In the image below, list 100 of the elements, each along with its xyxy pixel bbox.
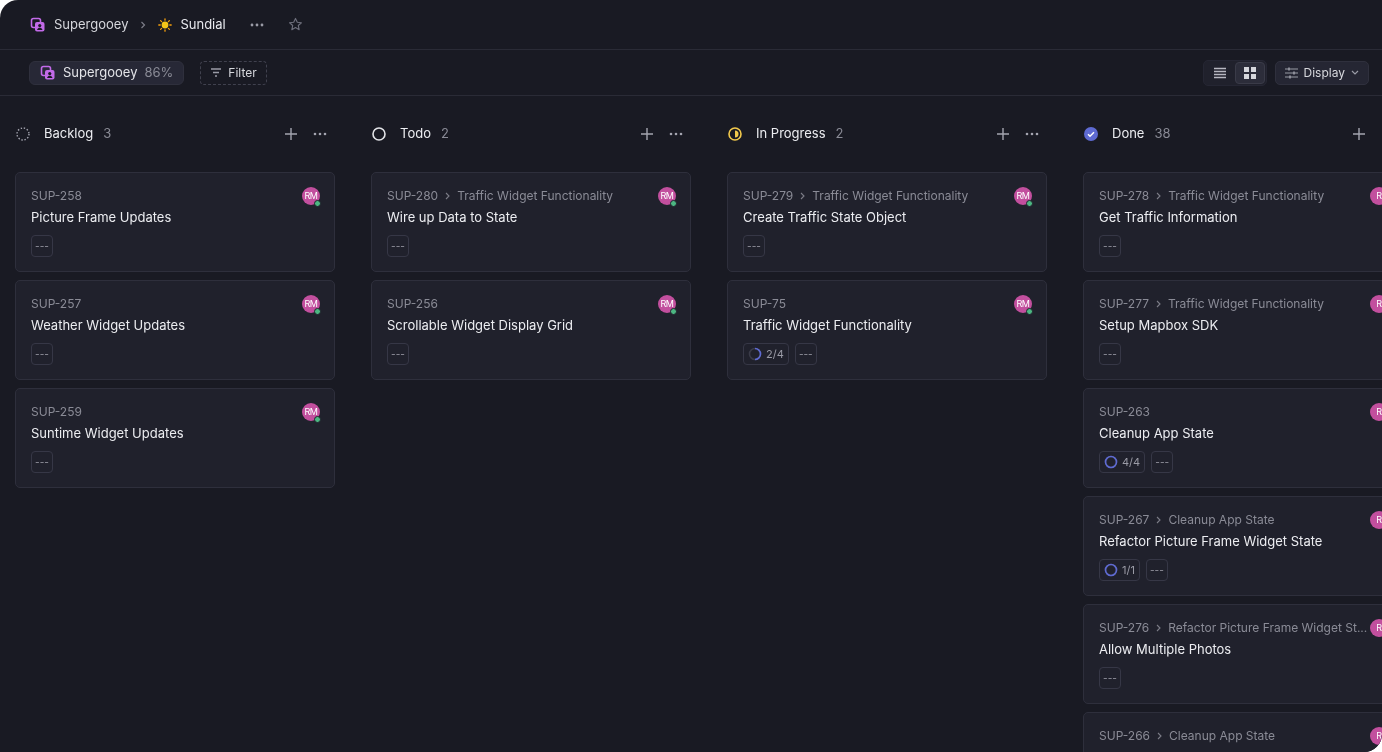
subtask-count: 4/4 — [1122, 453, 1141, 471]
issue-card[interactable]: SUP-257 Weather Widget Updates --- RM — [15, 280, 335, 380]
empty-label-chip[interactable]: --- — [1151, 451, 1174, 473]
issue-card[interactable]: SUP-280 Traffic Widget Functionality Wire up Data to State --- RM — [371, 172, 691, 272]
issue-title: Refactor Picture Frame Widget State — [1099, 532, 1324, 550]
issue-card[interactable]: SUP-75 Traffic Widget Functionality 2/4 --- RM — [727, 280, 1047, 380]
issue-title: Cleanup App State — [1099, 424, 1215, 442]
more-icon[interactable] — [313, 132, 327, 136]
filter-button[interactable]: Filter — [200, 60, 267, 85]
column-count: 2 — [835, 124, 844, 144]
issue-title: Setup Mapbox SDK — [1099, 316, 1220, 334]
plus-icon[interactable] — [641, 128, 653, 140]
parent-issue: Cleanup App State — [1169, 728, 1276, 744]
parent-issue: Refactor Picture Frame Widget St... — [1168, 620, 1368, 636]
issue-title: Traffic Widget Functionality — [743, 316, 913, 334]
empty-label-chip[interactable]: --- — [1099, 343, 1121, 365]
chevron-right-icon — [140, 20, 147, 29]
star-icon[interactable] — [287, 17, 303, 32]
subtask-progress[interactable]: 4/4 — [1099, 451, 1146, 473]
more-icon[interactable] — [1025, 132, 1039, 136]
plus-icon[interactable] — [997, 128, 1009, 140]
avatar: RM — [302, 403, 320, 421]
empty-label-chip[interactable]: --- — [387, 343, 409, 365]
dotted-circle-icon — [16, 127, 30, 141]
issue-title: Get Traffic Information — [1099, 208, 1239, 226]
issue-card[interactable]: SUP-266 Cleanup App State R — [1083, 712, 1382, 752]
parent-issue: Traffic Widget Functionality — [457, 188, 614, 204]
issue-title: Allow Multiple Photos — [1099, 640, 1233, 658]
issue-id: SUP-276 — [1099, 620, 1150, 636]
issue-card[interactable]: SUP-259 Suntime Widget Updates --- RM — [15, 388, 335, 488]
issue-id: SUP-266 — [1099, 728, 1151, 744]
subtask-count: 2/4 — [766, 345, 784, 363]
chevron-right-icon — [445, 192, 451, 200]
empty-label-chip[interactable]: --- — [31, 451, 53, 473]
issue-id: SUP-278 — [1099, 188, 1150, 204]
plus-icon[interactable] — [1353, 128, 1365, 140]
breadcrumb-link[interactable]: Supergooey — [54, 14, 129, 35]
project-name: Supergooey — [63, 62, 138, 82]
issue-card[interactable]: SUP-256 Scrollable Widget Display Grid --- RM — [371, 280, 691, 380]
chevron-right-icon — [800, 192, 806, 200]
parent-issue: Traffic Widget Functionality — [812, 188, 969, 204]
more-icon[interactable] — [669, 132, 683, 136]
parent-issue: Traffic Widget Functionality — [1168, 296, 1324, 312]
avatar: RM — [1014, 295, 1032, 313]
column-title: Todo — [400, 124, 431, 144]
chevron-right-icon — [1156, 192, 1162, 200]
plus-icon[interactable] — [285, 128, 297, 140]
issue-id: SUP-75 — [743, 296, 786, 312]
breadcrumb-link[interactable]: Sundial — [180, 14, 226, 35]
issue-id: SUP-263 — [1099, 404, 1151, 420]
parent-issue: Traffic Widget Functionality — [1168, 188, 1325, 204]
avatar: R — [1370, 511, 1382, 529]
issue-card[interactable]: SUP-258 Picture Frame Updates --- RM — [15, 172, 335, 272]
empty-label-chip[interactable]: --- — [794, 343, 817, 365]
issue-id: SUP-256 — [387, 296, 438, 312]
issue-title: Create Traffic State Object — [743, 208, 908, 226]
issue-id: SUP-267 — [1099, 512, 1150, 528]
avatar: R — [1370, 619, 1382, 637]
subtask-progress[interactable]: 2/4 — [743, 343, 789, 365]
chevron-right-icon — [1157, 732, 1163, 740]
subtask-progress[interactable]: 1/1 — [1099, 559, 1140, 581]
chevron-right-icon — [1156, 300, 1161, 308]
column-title: In Progress — [756, 124, 826, 144]
issue-card[interactable]: SUP-267 Cleanup App State Refactor Picture Frame Widget State 1/1 --- R — [1083, 496, 1382, 596]
chevron-down-icon — [1351, 70, 1359, 75]
more-icon[interactable] — [249, 22, 264, 27]
display-button[interactable]: Display — [1274, 60, 1369, 85]
project-chip[interactable]: Supergooey 86% — [29, 60, 185, 85]
issue-card[interactable]: SUP-276 Refactor Picture Frame Widget St... Allow Multiple Photos --- R — [1083, 604, 1382, 704]
empty-label-chip[interactable]: --- — [743, 235, 765, 257]
avatar: RM — [302, 187, 320, 205]
empty-label-chip[interactable]: --- — [1099, 667, 1121, 689]
board-view-button[interactable] — [1234, 61, 1265, 84]
circle-icon — [372, 127, 386, 141]
issue-id: SUP-257 — [31, 296, 82, 312]
issue-id: SUP-258 — [31, 188, 82, 204]
list-icon — [1213, 66, 1226, 79]
parent-issue: Cleanup App State — [1168, 512, 1275, 528]
avatar: R — [1370, 187, 1382, 205]
empty-label-chip[interactable]: --- — [1099, 235, 1121, 257]
issue-card[interactable]: SUP-277 Traffic Widget Functionality Setup Mapbox SDK --- R — [1083, 280, 1382, 380]
issue-card[interactable]: SUP-278 Traffic Widget Functionality Get Traffic Information --- R — [1083, 172, 1382, 272]
issue-title: Wire up Data to State — [387, 208, 519, 226]
empty-label-chip[interactable]: --- — [387, 235, 409, 257]
avatar: R — [1370, 403, 1382, 421]
sliders-icon — [1284, 66, 1298, 79]
progress-ring-icon — [1104, 563, 1118, 577]
empty-label-chip[interactable]: --- — [1145, 559, 1168, 581]
issue-id: SUP-259 — [31, 404, 82, 420]
empty-label-chip[interactable]: --- — [31, 235, 53, 257]
issue-title: Picture Frame Updates — [31, 208, 173, 226]
column-title: Backlog — [44, 124, 94, 144]
avatar: R — [1370, 727, 1382, 745]
chevron-right-icon — [1156, 516, 1162, 524]
issue-card[interactable]: SUP-279 Traffic Widget Functionality Create Traffic State Object --- RM — [727, 172, 1047, 272]
empty-label-chip[interactable]: --- — [31, 343, 53, 365]
chevron-right-icon — [1156, 624, 1162, 632]
issue-id: SUP-279 — [743, 188, 794, 204]
check-circle-icon — [1084, 127, 1098, 141]
issue-card[interactable]: SUP-263 Cleanup App State 4/4 --- R — [1083, 388, 1382, 488]
